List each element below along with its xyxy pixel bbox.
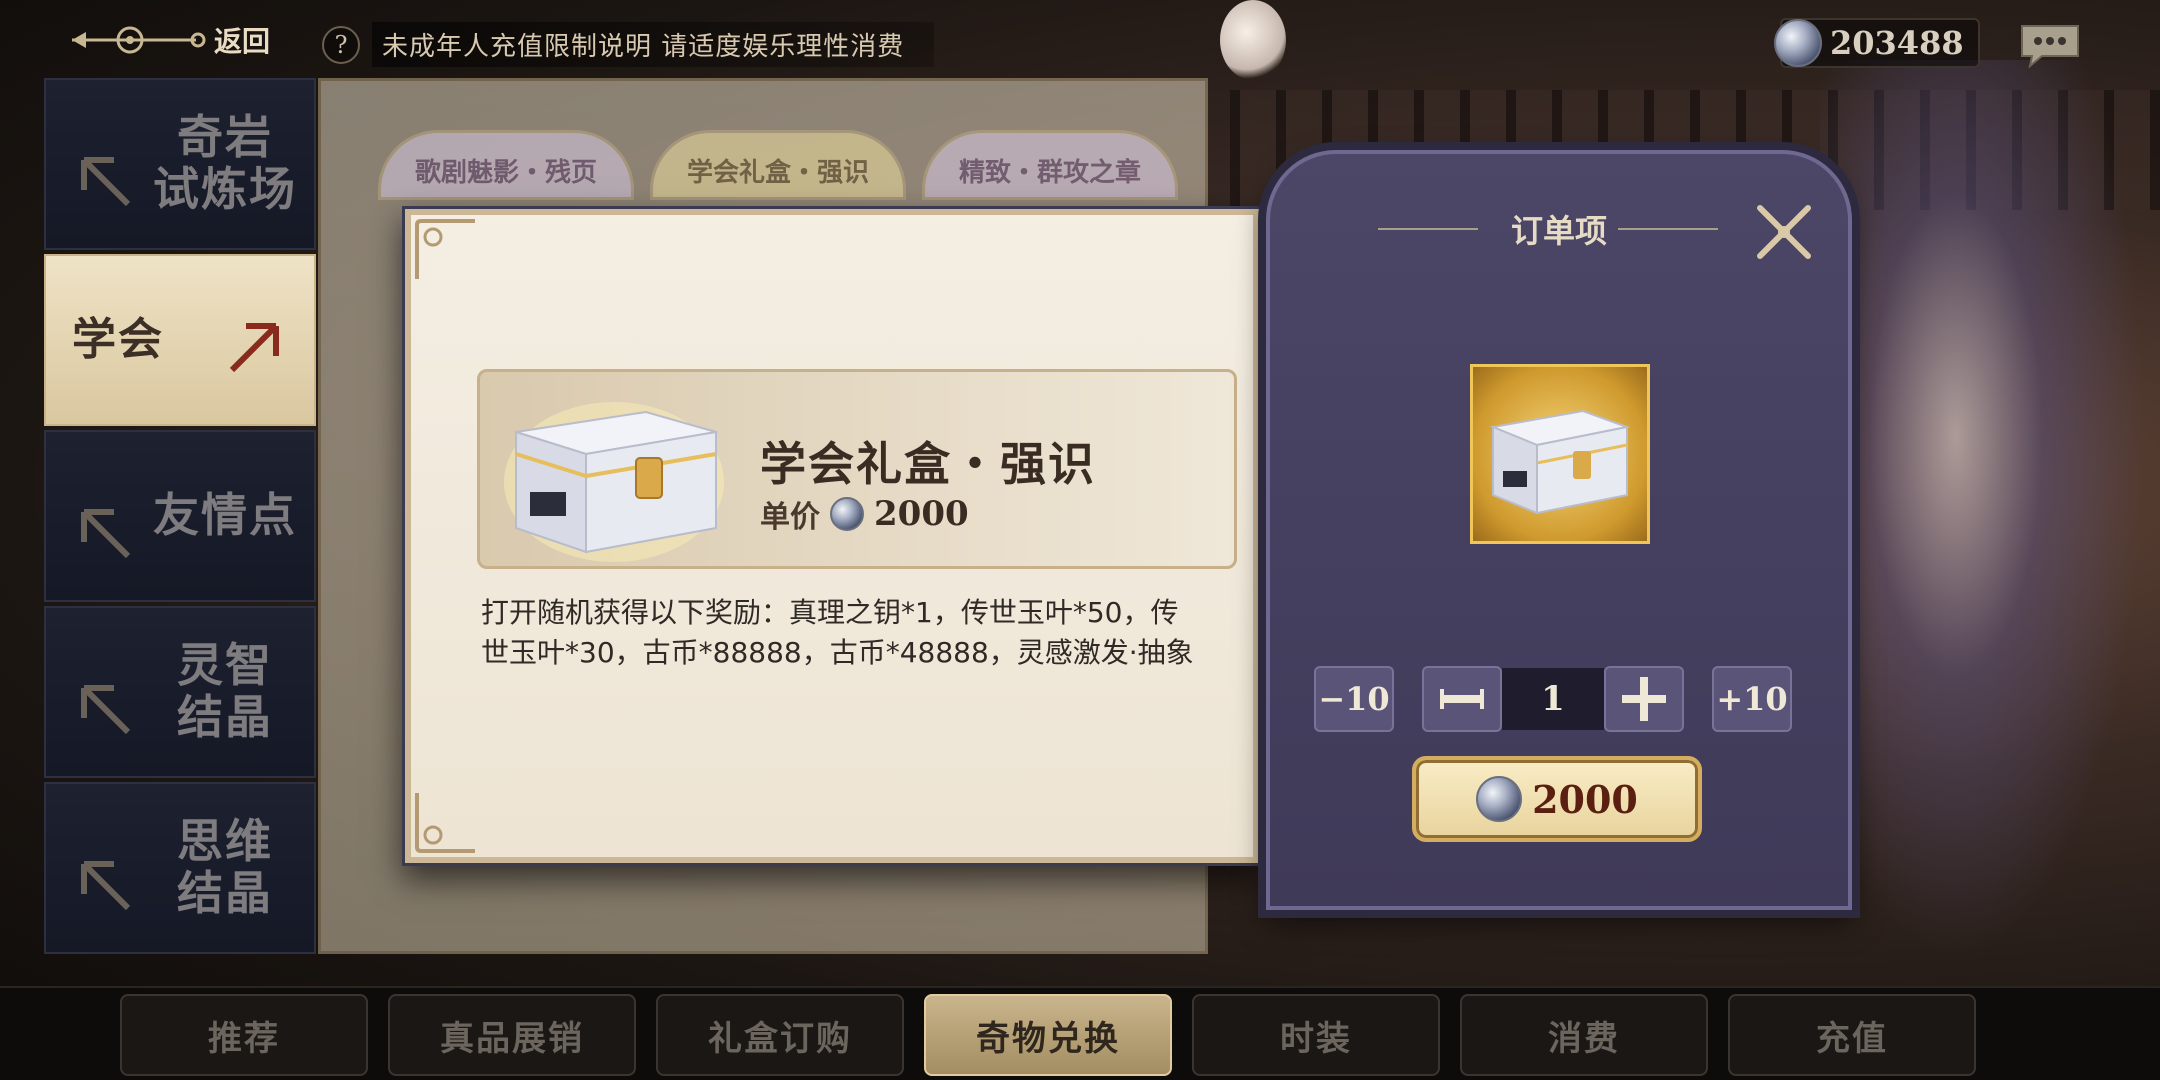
sidebar-item-friendship-points[interactable]: 友情点 <box>44 430 316 602</box>
tab-recommend[interactable]: 推荐 <box>120 994 368 1076</box>
top-bar: 返回 ? 未成年人充值限制说明 请适度娱乐理性消费 203488 <box>0 0 2160 80</box>
decrement-button[interactable] <box>1422 666 1502 732</box>
help-icon[interactable]: ? <box>322 25 360 64</box>
currency-value: 203488 <box>1830 24 1964 62</box>
title-divider-right <box>1618 228 1718 230</box>
back-ornament-icon <box>72 26 206 54</box>
corner-ornament-icon <box>415 793 475 853</box>
sidebar-item-label: 友情点 <box>153 488 297 543</box>
category-sidebar: 奇岩 试炼场 学会 友情点 灵智 结晶 思维 结晶 <box>44 78 316 958</box>
notice-text[interactable]: 未成年人充值限制说明 请适度娱乐理性消费 <box>372 22 935 67</box>
background-character <box>1820 60 2160 1000</box>
board-tab-aoe-chapter[interactable]: 精致・群攻之章 <box>922 130 1178 200</box>
arrow-up-left-icon <box>81 157 131 207</box>
sidebar-item-society[interactable]: 学会 <box>44 254 316 426</box>
gift-box-icon <box>1489 409 1631 515</box>
corner-ornament-icon <box>415 219 475 279</box>
arrow-up-left-icon <box>81 509 131 559</box>
recharge-notice[interactable]: ? 未成年人充值限制说明 请适度娱乐理性消费 <box>322 22 935 67</box>
unit-price-label: 单价 <box>760 500 820 535</box>
plus-icon <box>1622 677 1666 721</box>
board-tab-society-box[interactable]: 学会礼盒・强识 <box>650 130 906 200</box>
sidebar-item-thought-crystal[interactable]: 思维 结晶 <box>44 782 316 954</box>
arrow-up-right-icon <box>229 323 279 373</box>
purchase-button[interactable]: 2000 <box>1412 756 1702 842</box>
sidebar-item-label: 灵智 结晶 <box>177 638 273 744</box>
sidebar-item-label: 思维 结晶 <box>177 814 273 920</box>
tab-gift-box-order[interactable]: 礼盒订购 <box>656 994 904 1076</box>
unit-price-value: 2000 <box>874 494 969 534</box>
sidebar-item-wisdom-crystal[interactable]: 灵智 结晶 <box>44 606 316 778</box>
minus-10-button[interactable]: −10 <box>1314 666 1394 732</box>
quantity-value[interactable]: 1 <box>1502 668 1604 730</box>
bottom-tab-bar: 推荐 真品展销 礼盒订购 奇物兑换 时装 消费 充值 <box>0 986 2160 1080</box>
coin-icon <box>1774 19 1822 67</box>
back-button[interactable]: 返回 <box>66 10 270 70</box>
minus-icon <box>1440 689 1484 709</box>
order-panel: 订单项 −10 1 +10 2000 <box>1266 150 1852 910</box>
item-price-row: 单价 2000 <box>760 492 969 536</box>
currency-display: 203488 <box>1774 18 1980 68</box>
order-item-image <box>1470 364 1650 544</box>
sidebar-item-trial-ground[interactable]: 奇岩 试炼场 <box>44 78 316 250</box>
tab-recharge[interactable]: 充值 <box>1728 994 1976 1076</box>
plus-10-button[interactable]: +10 <box>1712 666 1792 732</box>
item-detail-card: 学会礼盒・强识 单价 2000 打开随机获得以下奖励：真理之钥*1，传世玉叶*5… <box>402 206 1262 866</box>
arrow-up-left-icon <box>81 861 131 911</box>
arrow-up-left-icon <box>81 685 131 735</box>
coin-icon <box>830 497 864 531</box>
board-tab-phantom-pages[interactable]: 歌剧魅影・残页 <box>378 130 634 200</box>
tab-fashion[interactable]: 时装 <box>1192 994 1440 1076</box>
item-name: 学会礼盒・强识 <box>760 437 1096 491</box>
chat-bubble-icon[interactable] <box>2018 22 2082 70</box>
item-description: 打开随机获得以下奖励：真理之钥*1，传世玉叶*50，传世玉叶*30，古币*888… <box>481 596 1194 669</box>
close-icon[interactable] <box>1748 196 1820 268</box>
coin-icon <box>1476 776 1523 822</box>
tab-curio-exchange[interactable]: 奇物兑换 <box>924 994 1172 1076</box>
gift-box-image <box>504 402 724 562</box>
increment-button[interactable] <box>1604 666 1684 732</box>
tab-spending[interactable]: 消费 <box>1460 994 1708 1076</box>
back-label: 返回 <box>214 25 271 58</box>
item-banner: 学会礼盒・强识 单价 2000 <box>477 369 1237 569</box>
tab-authentic-exhibit[interactable]: 真品展销 <box>388 994 636 1076</box>
purchase-total: 2000 <box>1532 776 1638 822</box>
sidebar-item-label: 学会 <box>72 314 164 366</box>
sidebar-item-label: 奇岩 试炼场 <box>153 110 297 216</box>
